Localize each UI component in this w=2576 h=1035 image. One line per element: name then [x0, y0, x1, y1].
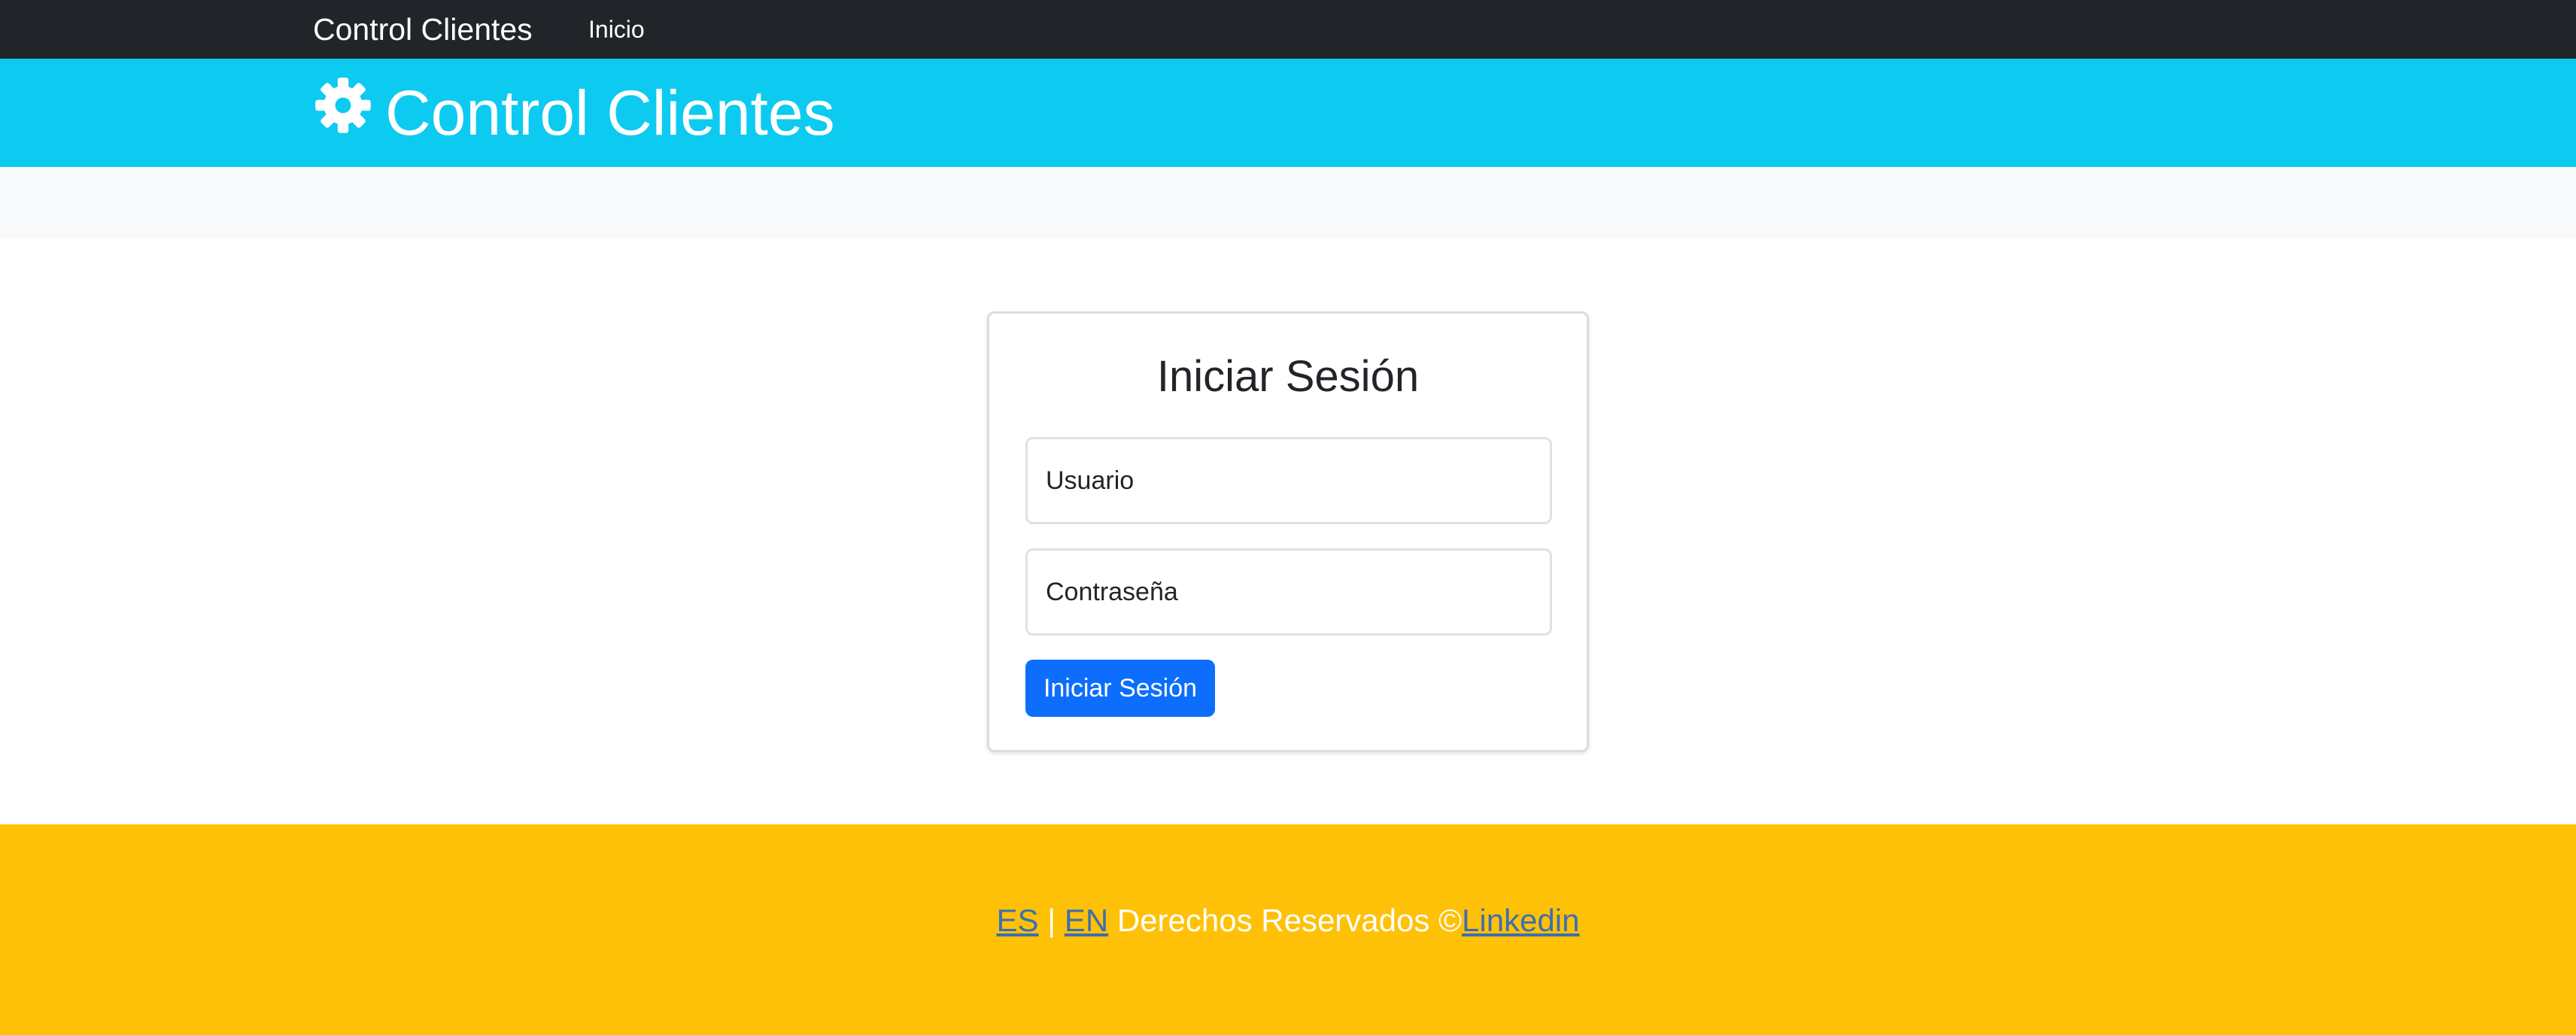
- page-footer: ES | EN Derechos Reservados ©Linkedin: [0, 824, 2576, 1035]
- nav-link-inicio[interactable]: Inicio: [588, 0, 645, 59]
- top-navbar: Control Clientes Inicio: [0, 0, 2576, 59]
- password-input[interactable]: [1025, 548, 1552, 636]
- page-header: Control Clientes: [0, 59, 2576, 167]
- login-title: Iniciar Sesión: [1156, 352, 1420, 401]
- lang-en-link[interactable]: EN: [1065, 903, 1108, 938]
- sub-header-bar: [0, 167, 2576, 239]
- footer-text: ES | EN Derechos Reservados ©Linkedin: [0, 824, 2576, 1017]
- rights-text: Derechos Reservados ©: [1116, 903, 1462, 938]
- page-title: Control Clientes: [385, 77, 835, 148]
- navbar-brand[interactable]: Control Clientes: [313, 0, 533, 59]
- gear-icon: [315, 77, 371, 133]
- lang-separator: |: [1047, 903, 1056, 938]
- login-card: Iniciar Sesión Iniciar Sesión: [987, 311, 1589, 752]
- linkedin-link[interactable]: Linkedin: [1462, 903, 1579, 938]
- lang-es-link[interactable]: ES: [997, 903, 1039, 938]
- login-button[interactable]: Iniciar Sesión: [1025, 660, 1215, 717]
- username-input[interactable]: [1025, 437, 1552, 524]
